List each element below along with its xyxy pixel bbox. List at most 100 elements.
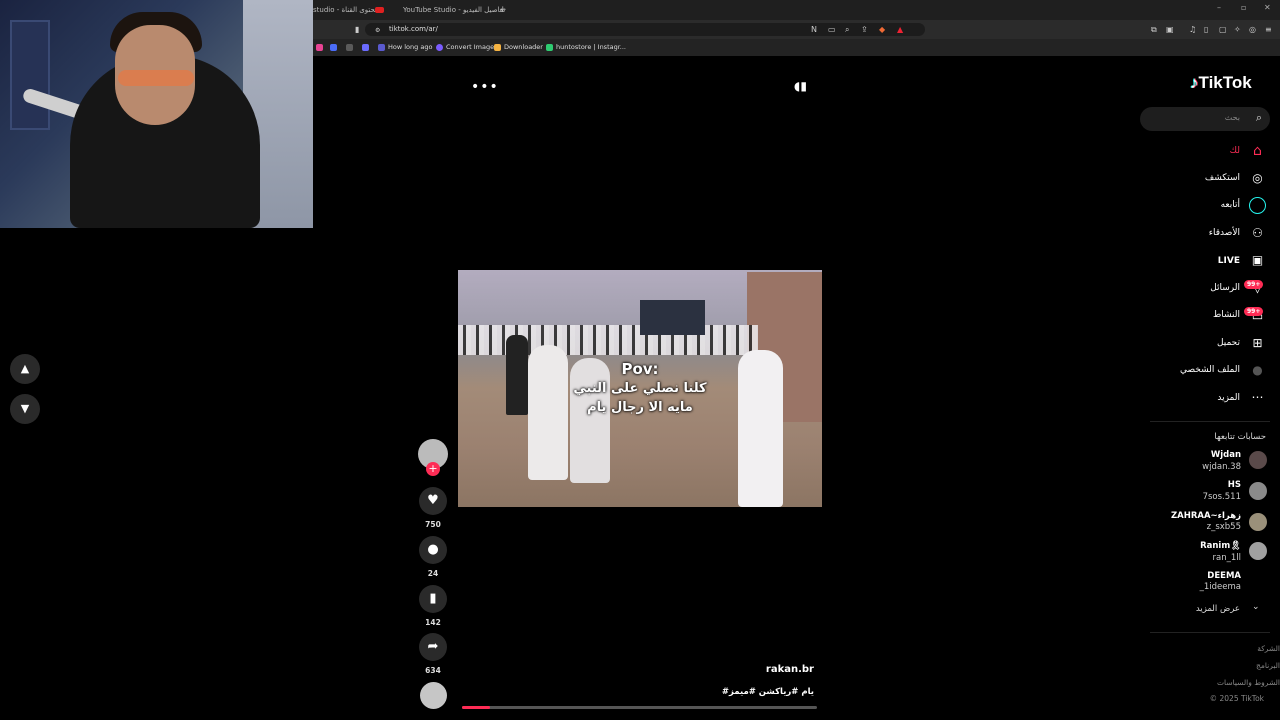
nav-following[interactable]: أتابعه bbox=[1221, 200, 1240, 210]
previous-video-button[interactable]: ▲ bbox=[10, 354, 40, 384]
menu-icon[interactable]: ≡ bbox=[1265, 25, 1272, 34]
footer-copyright: © 2025 TikTok bbox=[1209, 694, 1264, 703]
account-username[interactable]: ran_1ll bbox=[1213, 553, 1241, 563]
rewards-icon[interactable]: ▲ bbox=[897, 25, 903, 34]
account-username[interactable]: z_sxb55 bbox=[1207, 522, 1241, 532]
friends-icon[interactable]: ⚇ bbox=[1249, 225, 1266, 242]
account-name[interactable]: HS bbox=[1228, 480, 1241, 490]
video-hashtags[interactable]: #يام #رياكشن #ميمز bbox=[722, 687, 814, 697]
site-info-icon[interactable]: ⚙ bbox=[375, 26, 380, 35]
comment-icon: ● bbox=[427, 542, 439, 557]
avatar[interactable] bbox=[1249, 572, 1267, 590]
leo-icon[interactable]: ✧ bbox=[1234, 25, 1241, 34]
url-field[interactable] bbox=[365, 23, 925, 36]
avatar[interactable] bbox=[1249, 513, 1267, 531]
url-text[interactable]: tiktok.com/ar/ bbox=[389, 25, 438, 33]
see-more-link[interactable]: عرض المزيد bbox=[1196, 604, 1240, 614]
brave-shield-icon[interactable]: ◆ bbox=[879, 25, 885, 34]
convert-icon bbox=[436, 43, 443, 51]
browser-tab-youtube[interactable] bbox=[375, 3, 384, 17]
like-button[interactable]: ♥ bbox=[419, 487, 447, 515]
account-username[interactable]: wjdan.38 bbox=[1202, 462, 1241, 472]
search-placeholder: بحث bbox=[1224, 113, 1240, 122]
share-button[interactable]: ➦ bbox=[419, 633, 447, 661]
profile-icon[interactable]: ● bbox=[1249, 362, 1266, 379]
nav-upload[interactable]: تحميل bbox=[1217, 338, 1240, 348]
footer-link-company[interactable]: الشركة bbox=[1257, 644, 1280, 653]
caption-pov: Pov: bbox=[621, 360, 659, 378]
nav-messages[interactable]: الرسائل bbox=[1210, 283, 1240, 293]
maximize-icon[interactable]: ▫ bbox=[1241, 3, 1246, 12]
caption-line: مايه الا رجال يام bbox=[587, 400, 693, 415]
home-icon[interactable]: ⌂ bbox=[1249, 143, 1266, 160]
more-options-icon[interactable]: ••• bbox=[471, 79, 499, 95]
more-icon[interactable]: ⋯ bbox=[1249, 389, 1266, 406]
vpn-icon[interactable]: ◎ bbox=[1249, 25, 1256, 34]
zoom-icon[interactable]: ⌕ bbox=[845, 25, 849, 34]
youtube-icon bbox=[375, 7, 384, 13]
new-tab-button[interactable]: + bbox=[499, 3, 507, 17]
bookmark-huntostore[interactable]: huntostore | Instagr... bbox=[546, 43, 626, 51]
close-icon[interactable]: ✕ bbox=[1264, 3, 1271, 12]
browser-tab[interactable]: YouTube Studio - تفاصيل الفيديو bbox=[403, 3, 505, 17]
comment-button[interactable]: ● bbox=[419, 536, 447, 564]
account-name[interactable]: ZAHRAA~زهراء bbox=[1171, 511, 1241, 521]
chevron-down-icon[interactable]: ⌄ bbox=[1252, 602, 1260, 612]
media-icon[interactable]: ♫ bbox=[1189, 25, 1196, 34]
tab-search-icon[interactable]: ▣ bbox=[1166, 25, 1174, 34]
chevron-down-icon: ▼ bbox=[20, 402, 30, 415]
bookmark-icon: ▮ bbox=[429, 591, 437, 606]
save-button[interactable]: ▮ bbox=[419, 585, 447, 613]
nav-friends[interactable]: الأصدقاء bbox=[1209, 228, 1240, 238]
avatar[interactable] bbox=[1249, 482, 1267, 500]
translate-icon[interactable]: N bbox=[811, 25, 817, 34]
compass-icon[interactable]: ◎ bbox=[1249, 170, 1266, 187]
bookmark-downloader[interactable]: Downloader bbox=[494, 43, 543, 51]
nav-more[interactable]: المزيد bbox=[1217, 393, 1240, 403]
follow-plus-icon[interactable]: + bbox=[426, 462, 440, 476]
video-player[interactable]: Pov: كلنا نصلي على النبي مايه الا رجال ي… bbox=[458, 270, 822, 507]
browser-tab[interactable]: studio - محتوى القناة bbox=[313, 3, 379, 17]
search-input[interactable]: بحث ⌕ bbox=[1140, 107, 1270, 131]
account-name[interactable]: Ranim🎗 bbox=[1200, 541, 1241, 551]
bookmark-how-long-ago[interactable]: How long ago bbox=[378, 43, 432, 51]
video-progress-bar[interactable] bbox=[462, 706, 817, 709]
avatar[interactable] bbox=[1249, 542, 1267, 560]
account-username[interactable]: _1ideema bbox=[1200, 582, 1241, 592]
volume-icon[interactable]: ◖▮ bbox=[794, 79, 807, 93]
sound-avatar[interactable] bbox=[420, 682, 447, 709]
video-author[interactable]: rakan.br bbox=[766, 664, 814, 675]
bookmark-item[interactable] bbox=[362, 43, 372, 51]
sidebar-toggle-icon[interactable]: ▯ bbox=[1204, 25, 1208, 34]
bookmark-item[interactable] bbox=[346, 43, 356, 51]
minimize-icon[interactable]: – bbox=[1217, 3, 1221, 12]
share-icon[interactable]: ⇪ bbox=[861, 25, 868, 34]
tiktok-logo[interactable]: ♪TikTok bbox=[1190, 73, 1252, 93]
nav-for-you[interactable]: لك bbox=[1230, 146, 1240, 156]
next-video-button[interactable]: ▼ bbox=[10, 394, 40, 424]
avatar[interactable] bbox=[1249, 451, 1267, 469]
following-icon[interactable] bbox=[1249, 197, 1266, 214]
browser-address-bar: ▮ ⚙ tiktok.com/ar/ N ▭ ⌕ ⇪ ◆ ▲ ⧉ ▣ ♫ ▯ ▢… bbox=[313, 20, 1280, 39]
search-icon[interactable]: ⌕ bbox=[1256, 111, 1262, 125]
upload-icon[interactable]: ⊞ bbox=[1249, 335, 1266, 352]
footer-link-terms[interactable]: الشروط والسياسات bbox=[1217, 678, 1280, 687]
bookmark-icon[interactable]: ▮ bbox=[355, 25, 359, 34]
live-icon[interactable]: ▣ bbox=[1249, 252, 1266, 269]
account-name[interactable]: DEEMA bbox=[1207, 571, 1241, 581]
nav-profile[interactable]: الملف الشخصي bbox=[1180, 365, 1240, 375]
bookmark-convert-image[interactable]: Convert Image bbox=[436, 43, 494, 51]
wallet-icon[interactable]: ▢ bbox=[1219, 25, 1227, 34]
cast-icon[interactable]: ▭ bbox=[828, 25, 836, 34]
nav-activity[interactable]: النشاط bbox=[1213, 310, 1240, 320]
extensions-icon[interactable]: ⧉ bbox=[1151, 25, 1157, 34]
footer-link-program[interactable]: البرنامج bbox=[1256, 661, 1280, 670]
bookmark-favicon-icon bbox=[316, 43, 323, 51]
account-name[interactable]: Wjdan bbox=[1211, 450, 1241, 460]
account-username[interactable]: 7sos.511 bbox=[1203, 492, 1241, 502]
like-count: 750 bbox=[425, 520, 441, 529]
bookmark-item[interactable] bbox=[330, 43, 340, 51]
bookmark-item[interactable] bbox=[316, 43, 326, 51]
nav-live[interactable]: LIVE bbox=[1218, 256, 1240, 266]
nav-explore[interactable]: استكشف bbox=[1205, 173, 1240, 183]
